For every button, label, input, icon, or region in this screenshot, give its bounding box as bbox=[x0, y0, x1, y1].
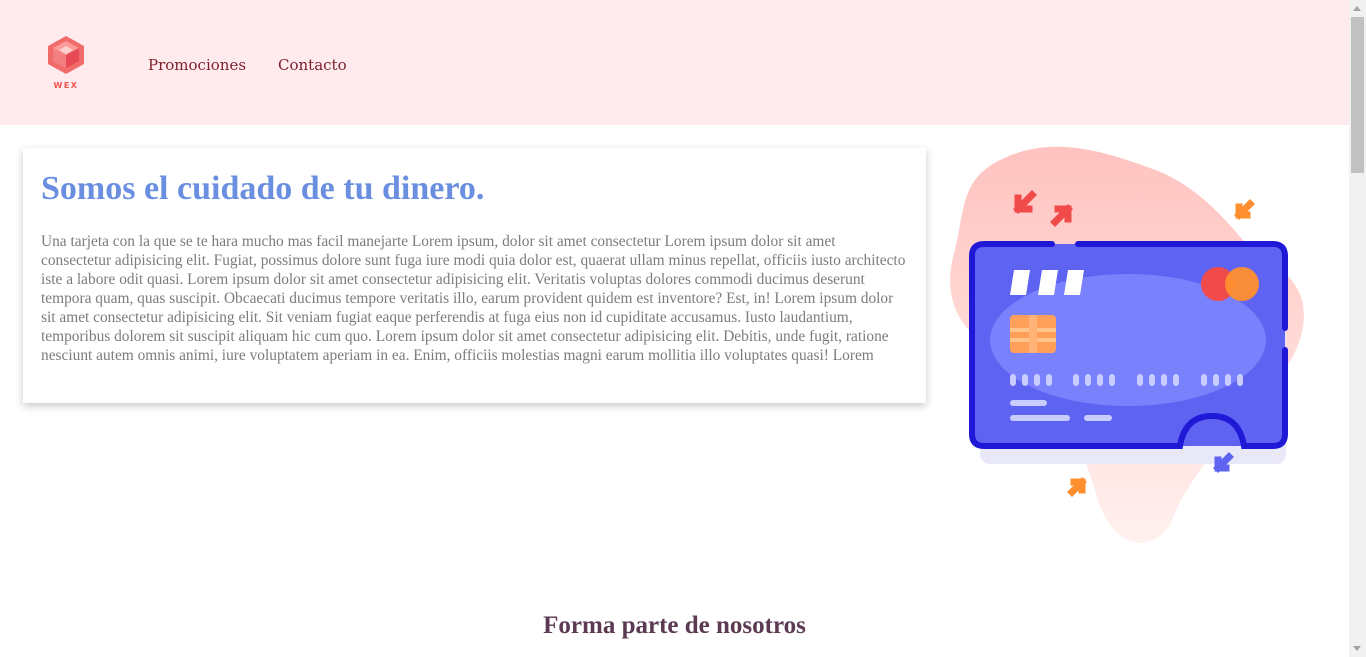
arrow-in-blue-icon bbox=[1213, 452, 1234, 473]
main-nav: Promociones Contacto bbox=[148, 56, 347, 74]
nav-link-promociones[interactable]: Promociones bbox=[148, 56, 246, 74]
scroll-down-arrow-icon[interactable] bbox=[1349, 640, 1366, 657]
arrow-out-red-icon bbox=[1050, 204, 1073, 227]
arrow-in-red-icon bbox=[1013, 190, 1037, 214]
vertical-scrollbar[interactable] bbox=[1349, 0, 1366, 657]
mastercard-orange-circle bbox=[1225, 267, 1259, 301]
logo-cube-icon bbox=[48, 36, 84, 74]
nav-link-contacto[interactable]: Contacto bbox=[278, 56, 347, 74]
scroll-up-arrow-icon[interactable] bbox=[1349, 0, 1366, 17]
page: WEX Promociones Contacto Somos el cuidad… bbox=[0, 0, 1349, 657]
logo-wordmark: WEX bbox=[53, 81, 79, 90]
credit-card-illustration bbox=[940, 140, 1320, 550]
hero-card: Somos el cuidado de tu dinero. Una tarje… bbox=[23, 148, 926, 403]
section-title: Forma parte de nosotros bbox=[543, 612, 806, 639]
scrollbar-thumb[interactable] bbox=[1351, 17, 1364, 173]
brand-logo[interactable]: WEX bbox=[44, 34, 88, 94]
hero-title: Somos el cuidado de tu dinero. bbox=[41, 170, 485, 207]
arrow-in-orange-icon bbox=[1234, 199, 1255, 220]
arrow-out-orange-icon bbox=[1067, 477, 1087, 497]
hero-description: Una tarjeta con la que se te hara mucho … bbox=[41, 233, 906, 364]
site-header: WEX Promociones Contacto bbox=[0, 0, 1349, 125]
